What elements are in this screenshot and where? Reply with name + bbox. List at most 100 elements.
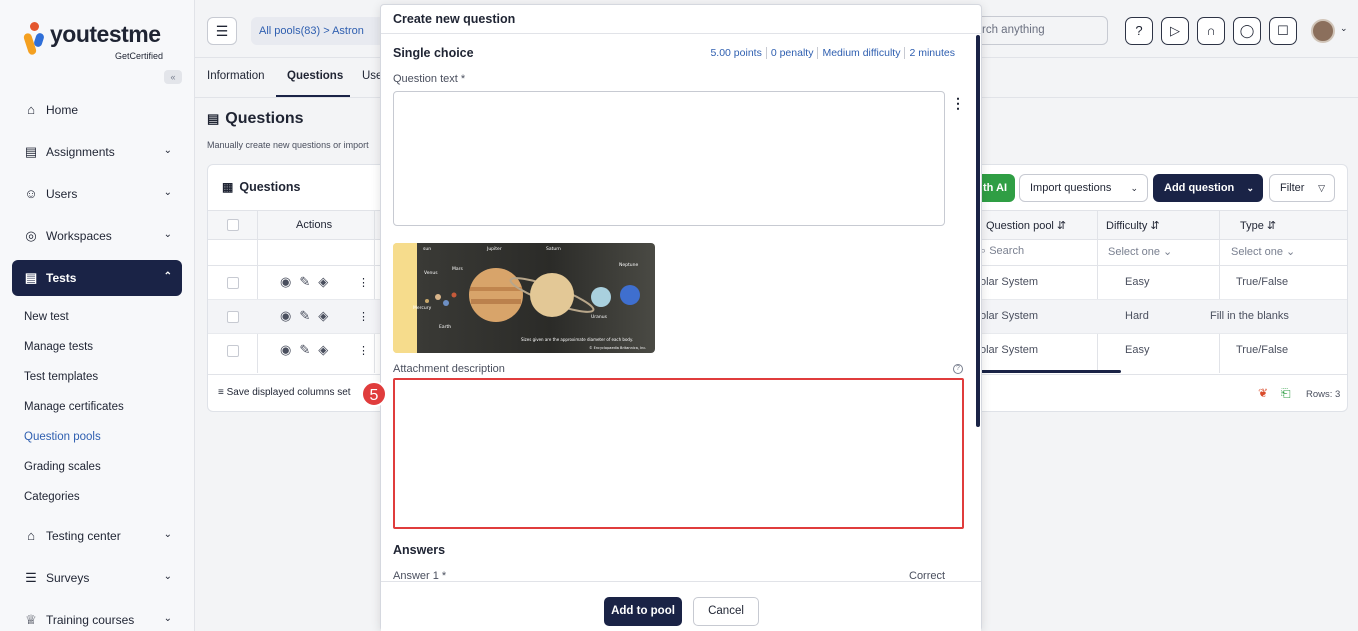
bell-icon[interactable]: ☐ bbox=[1269, 17, 1297, 45]
attachment-description-input[interactable] bbox=[393, 378, 964, 529]
cell-question-pool: olar System bbox=[980, 344, 1039, 356]
time-link[interactable]: 2 minutes bbox=[904, 47, 959, 59]
brand-tagline: GetCertified bbox=[115, 51, 164, 61]
column-header-difficulty[interactable]: Difficulty ⇵ bbox=[1106, 219, 1160, 232]
image-caption: Sizes given are the approximate diameter… bbox=[521, 337, 633, 342]
page-title: ▤ Questions bbox=[207, 110, 304, 128]
active-tab-indicator bbox=[276, 95, 350, 97]
table-horizontal-scrollbar[interactable] bbox=[981, 370, 1121, 373]
row-kebab-icon[interactable]: ⋮ bbox=[358, 344, 369, 357]
sidebar-item-label: Testing center bbox=[46, 529, 121, 543]
sidebar-item-assignments[interactable]: ▤ Assignments ⌄ bbox=[12, 134, 182, 170]
sidebar-subitem-grading-scales[interactable]: Grading scales bbox=[12, 452, 182, 482]
row-checkbox[interactable] bbox=[227, 311, 239, 323]
row-action-icons[interactable]: ◉✎◈ bbox=[280, 342, 336, 358]
sidebar-item-home[interactable]: ⌂ Home bbox=[12, 92, 182, 128]
difficulty-link[interactable]: Medium difficulty bbox=[817, 47, 904, 59]
sidebar-item-label: Assignments bbox=[46, 145, 115, 159]
sidebar-item-testing-center[interactable]: ⌂ Testing center ⌄ bbox=[12, 518, 182, 554]
attachment-description-label: Attachment description bbox=[393, 363, 505, 375]
add-question-button[interactable]: Add question ⌄ bbox=[1153, 174, 1263, 202]
chevron-down-icon: ⌄ bbox=[163, 529, 172, 540]
cell-question-pool: olar System bbox=[980, 276, 1039, 288]
chevron-up-icon: ⌃ bbox=[163, 271, 172, 282]
column-header-question-pool[interactable]: Question pool ⇵ bbox=[986, 219, 1066, 232]
row-kebab-icon[interactable]: ⋮ bbox=[358, 276, 369, 289]
info-icon[interactable]: ? bbox=[953, 364, 963, 374]
users-icon: ☺ bbox=[24, 186, 38, 201]
sidebar-subitem-test-templates[interactable]: Test templates bbox=[12, 362, 182, 392]
question-text-editor[interactable] bbox=[393, 91, 945, 226]
chat-icon[interactable]: ◯ bbox=[1233, 17, 1261, 45]
sidebar-subitem-manage-certificates[interactable]: Manage certificates bbox=[12, 392, 182, 422]
sidebar-subitem-categories[interactable]: Categories bbox=[12, 482, 182, 512]
cell-question-pool: olar System bbox=[980, 310, 1039, 322]
add-to-pool-button[interactable]: Add to pool bbox=[604, 597, 682, 626]
column-header-actions: Actions bbox=[296, 219, 333, 231]
page-title-text: Questions bbox=[225, 110, 304, 127]
collapse-sidebar-button[interactable]: « bbox=[164, 70, 182, 84]
chevron-down-icon: ⌄ bbox=[163, 613, 172, 624]
tests-icon: ▤ bbox=[24, 270, 38, 285]
sidebar-item-users[interactable]: ☺ Users ⌄ bbox=[12, 176, 182, 212]
sidebar-subitem-manage-tests[interactable]: Manage tests bbox=[12, 332, 182, 362]
difficulty-filter-select[interactable]: Select one ⌄ bbox=[1108, 245, 1172, 258]
sidebar-subitem-question-pools[interactable]: Question pools bbox=[12, 422, 182, 452]
modal-scrollbar[interactable] bbox=[976, 35, 980, 427]
row-action-icons[interactable]: ◉✎◈ bbox=[280, 308, 336, 324]
home-icon: ⌂ bbox=[27, 102, 35, 117]
clipboard-icon: ▤ bbox=[24, 144, 38, 159]
menu-toggle-button[interactable]: ☰ bbox=[207, 17, 237, 45]
row-action-icons[interactable]: ◉✎◈ bbox=[280, 274, 336, 290]
row-kebab-icon[interactable]: ⋮ bbox=[358, 310, 369, 323]
graduation-cap-icon: ⌂ bbox=[27, 528, 35, 543]
breadcrumb[interactable]: All pools(83) > Astron bbox=[251, 17, 391, 45]
points-link[interactable]: 5.00 points bbox=[706, 47, 765, 59]
question-pool-search-input[interactable]: ⌕ Search bbox=[980, 245, 1024, 258]
excel-export-icon[interactable]: ⎗ bbox=[1281, 386, 1291, 401]
pdf-export-icon[interactable]: ❦ bbox=[1258, 386, 1268, 400]
save-columns-button[interactable]: ≡ Save displayed columns set bbox=[218, 387, 351, 398]
tab-questions[interactable]: Questions bbox=[287, 70, 343, 82]
import-questions-label: Import questions bbox=[1030, 182, 1112, 194]
sidebar-item-tests[interactable]: ▤ Tests ⌃ bbox=[12, 260, 182, 296]
filter-button[interactable]: Filter ▽ bbox=[1269, 174, 1335, 202]
sidebar-item-workspaces[interactable]: ◎ Workspaces ⌄ bbox=[12, 218, 182, 254]
sidebar-item-training-courses[interactable]: ♕ Training courses ⌄ bbox=[12, 602, 182, 631]
answers-section-title: Answers bbox=[393, 543, 446, 557]
import-questions-button[interactable]: Import questions ⌄ bbox=[1019, 174, 1148, 202]
play-icon[interactable]: ▷ bbox=[1161, 17, 1189, 45]
question-type-label: Single choice bbox=[393, 46, 474, 60]
neptune-label: Neptune bbox=[619, 262, 638, 268]
cancel-button[interactable]: Cancel bbox=[693, 597, 759, 626]
sidebar-subitem-new-test[interactable]: New test bbox=[12, 302, 182, 332]
sidebar-item-label: Training courses bbox=[46, 613, 135, 627]
select-all-checkbox[interactable] bbox=[227, 219, 239, 231]
question-meta: 5.00 points 0 penalty Medium difficulty … bbox=[706, 47, 959, 59]
type-filter-select[interactable]: Select one ⌄ bbox=[1231, 245, 1295, 258]
sidebar-item-surveys[interactable]: ☰ Surveys ⌄ bbox=[12, 560, 182, 596]
column-header-type[interactable]: Type ⇵ bbox=[1240, 219, 1276, 232]
help-icon[interactable]: ? bbox=[1125, 17, 1153, 45]
brand-name: youtestme bbox=[50, 21, 161, 47]
chevron-down-icon: ⌄ bbox=[163, 229, 172, 240]
page-description: Manually create new questions or import bbox=[207, 140, 369, 150]
sidebar-item-label: Surveys bbox=[46, 571, 90, 585]
avatar[interactable] bbox=[1311, 19, 1335, 43]
penalty-link[interactable]: 0 penalty bbox=[765, 47, 818, 59]
cell-type: True/False bbox=[1236, 344, 1289, 356]
editor-options-icon[interactable]: ⋮ bbox=[951, 95, 965, 112]
chevron-down-icon[interactable]: ⌄ bbox=[1340, 23, 1348, 34]
chevron-down-icon: ⌄ bbox=[163, 145, 172, 156]
tab-information[interactable]: Information bbox=[207, 70, 265, 82]
row-checkbox[interactable] bbox=[227, 345, 239, 357]
sidebar-item-label: Tests bbox=[46, 271, 77, 285]
row-checkbox[interactable] bbox=[227, 277, 239, 289]
global-search-input[interactable]: rch anything bbox=[975, 16, 1108, 45]
sidebar-item-label: Users bbox=[46, 187, 78, 201]
modal-footer: Add to pool Cancel bbox=[381, 581, 981, 631]
rows-count: Rows: 3 bbox=[1306, 389, 1341, 400]
brand-logo[interactable]: youtestme GetCertified bbox=[22, 21, 164, 62]
chevron-down-icon: ⌄ bbox=[163, 187, 172, 198]
headset-icon[interactable]: ∩ bbox=[1197, 17, 1225, 45]
